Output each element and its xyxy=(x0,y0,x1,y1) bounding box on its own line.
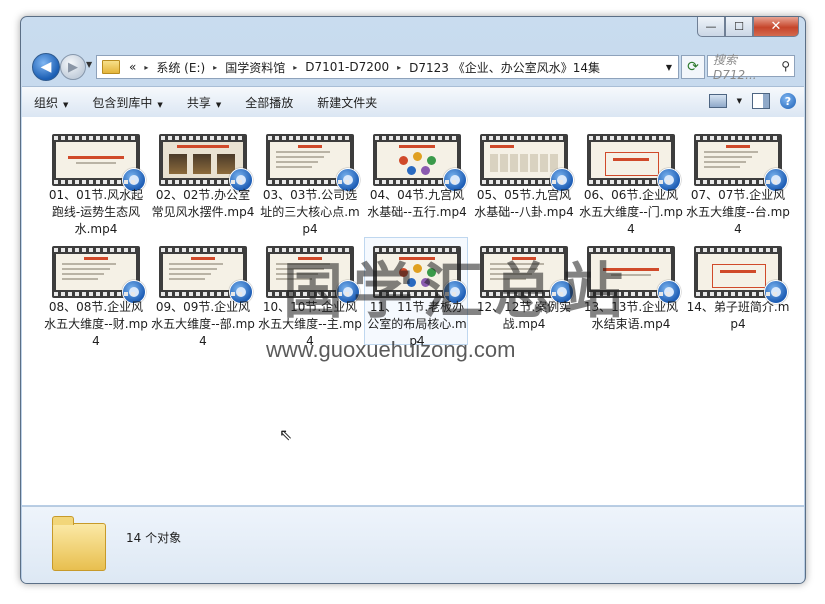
file-name: 14、弟子班简介.mp4 xyxy=(686,300,790,331)
breadcrumb-drive[interactable]: 系统 (E:) xyxy=(151,59,210,76)
file-name: 08、08节.企业风水五大维度--财.mp4 xyxy=(44,300,148,348)
file-item[interactable]: 01、01节.风水起跑线-运势生态风水.mp4 xyxy=(43,125,147,236)
search-icon[interactable]: ⚲ xyxy=(781,59,790,73)
file-item[interactable]: 03、03节.公司选址的三大核心点.mp4 xyxy=(257,125,361,236)
file-item[interactable]: 02、02节.办公室常见风水摆件.mp4 xyxy=(150,125,254,233)
back-button[interactable]: ◀ xyxy=(32,53,60,81)
refresh-icon: ⟳ xyxy=(687,59,699,75)
file-item[interactable]: 04、04节.九宫风水基础--五行.mp4 xyxy=(364,125,468,233)
recent-pages-dropdown[interactable]: ▼ xyxy=(86,60,92,69)
video-thumbnail xyxy=(694,246,788,304)
breadcrumb-folder[interactable]: 国学资料馆 xyxy=(220,59,290,76)
folder-icon xyxy=(52,516,106,571)
command-bar: 组织 ▼ 包含到库中 ▼ 共享 ▼ 全部播放 新建文件夹 ▼ ? xyxy=(22,86,804,118)
chevron-down-icon: ▼ xyxy=(63,100,69,109)
breadcrumb-current[interactable]: D7123 《企业、办公室风水》14集 xyxy=(404,59,605,76)
file-name: 09、09节.企业风水五大维度--部.mp4 xyxy=(151,300,255,348)
file-name: 01、01节.风水起跑线-运势生态风水.mp4 xyxy=(48,188,144,236)
forward-button[interactable]: ▶ xyxy=(60,54,86,80)
video-thumbnail xyxy=(52,246,146,304)
video-thumbnail xyxy=(52,134,146,192)
breadcrumb-separator[interactable]: ▸ xyxy=(394,63,404,72)
video-thumbnail xyxy=(694,134,788,192)
explorer-window: — ☐ ✕ ◀ ▶ ▼ « ▸ 系统 (E:) ▸ 国学资料馆 ▸ D7101-… xyxy=(20,16,806,584)
video-thumbnail xyxy=(587,134,681,192)
search-input[interactable]: 搜索 D712... ⚲ xyxy=(707,53,795,82)
video-thumbnail xyxy=(266,134,360,192)
search-placeholder: 搜索 D712... xyxy=(713,52,757,82)
chevron-down-icon: ▼ xyxy=(215,100,222,109)
file-name: 03、03节.公司选址的三大核心点.mp4 xyxy=(260,188,360,236)
breadcrumb-folder[interactable]: D7101-D7200 xyxy=(300,60,394,74)
caption-buttons: — ☐ ✕ xyxy=(697,17,799,37)
file-name: 04、04节.九宫风水基础--五行.mp4 xyxy=(367,188,467,219)
folder-icon xyxy=(102,60,120,74)
navigation-bar: ◀ ▶ ▼ « ▸ 系统 (E:) ▸ 国学资料馆 ▸ D7101-D7200 … xyxy=(29,52,797,82)
file-name: 05、05节.九宫风水基础--八卦.mp4 xyxy=(474,188,574,219)
breadcrumb-overflow[interactable]: « xyxy=(124,60,141,74)
video-thumbnail xyxy=(480,134,574,192)
include-in-library-menu[interactable]: 包含到库中 ▼ xyxy=(80,94,174,111)
address-bar[interactable]: « ▸ 系统 (E:) ▸ 国学资料馆 ▸ D7101-D7200 ▸ D712… xyxy=(96,55,679,79)
file-name: 06、06节.企业风水五大维度--门.mp4 xyxy=(579,188,683,236)
address-dropdown[interactable]: ▼ xyxy=(660,63,678,72)
item-count: 14 个对象 xyxy=(126,531,182,545)
file-item[interactable]: 06、06节.企业风水五大维度--门.mp4 xyxy=(578,125,683,236)
file-item[interactable]: 09、09节.企业风水五大维度--部.mp4 xyxy=(150,237,255,348)
play-all-button[interactable]: 全部播放 xyxy=(233,94,305,111)
preview-pane-icon[interactable] xyxy=(752,93,770,109)
change-view-icon[interactable] xyxy=(708,94,727,108)
breadcrumb-separator[interactable]: ▸ xyxy=(210,63,220,72)
help-icon[interactable]: ? xyxy=(780,93,796,109)
file-item[interactable]: 08、08节.企业风水五大维度--财.mp4 xyxy=(43,237,148,348)
video-thumbnail xyxy=(159,246,253,304)
share-menu[interactable]: 共享 ▼ xyxy=(175,94,233,111)
breadcrumb-separator[interactable]: ▸ xyxy=(290,63,300,72)
minimize-button[interactable]: — xyxy=(697,17,725,37)
organize-menu[interactable]: 组织 ▼ xyxy=(22,94,80,111)
video-thumbnail xyxy=(159,134,253,192)
chevron-down-icon: ▼ xyxy=(157,100,163,109)
file-name: 02、02节.办公室常见风水摆件.mp4 xyxy=(151,188,255,219)
file-item[interactable]: 14、弟子班简介.mp4 xyxy=(685,237,789,345)
file-item[interactable]: 07、07节.企业风水五大维度--台.mp4 xyxy=(685,125,790,236)
file-name: 07、07节.企业风水五大维度--台.mp4 xyxy=(686,188,790,236)
maximize-button[interactable]: ☐ xyxy=(725,17,753,37)
refresh-button[interactable]: ⟳ xyxy=(681,55,705,79)
arrow-left-icon: ◀ xyxy=(40,59,52,75)
watermark-text: 国学汇总站 xyxy=(283,257,633,327)
file-item[interactable]: 05、05节.九宫风水基础--八卦.mp4 xyxy=(471,125,575,233)
new-folder-button[interactable]: 新建文件夹 xyxy=(305,94,389,111)
details-pane: 14 个对象 xyxy=(22,506,804,583)
chevron-down-icon[interactable]: ▼ xyxy=(737,97,742,105)
video-thumbnail xyxy=(373,134,467,192)
watermark-url: www.guoxuehuizong.com xyxy=(266,337,516,362)
close-button[interactable]: ✕ xyxy=(753,17,799,37)
mouse-cursor-icon: ⇖ xyxy=(279,425,293,444)
arrow-right-icon: ▶ xyxy=(68,59,78,75)
breadcrumb-separator[interactable]: ▸ xyxy=(141,63,151,72)
